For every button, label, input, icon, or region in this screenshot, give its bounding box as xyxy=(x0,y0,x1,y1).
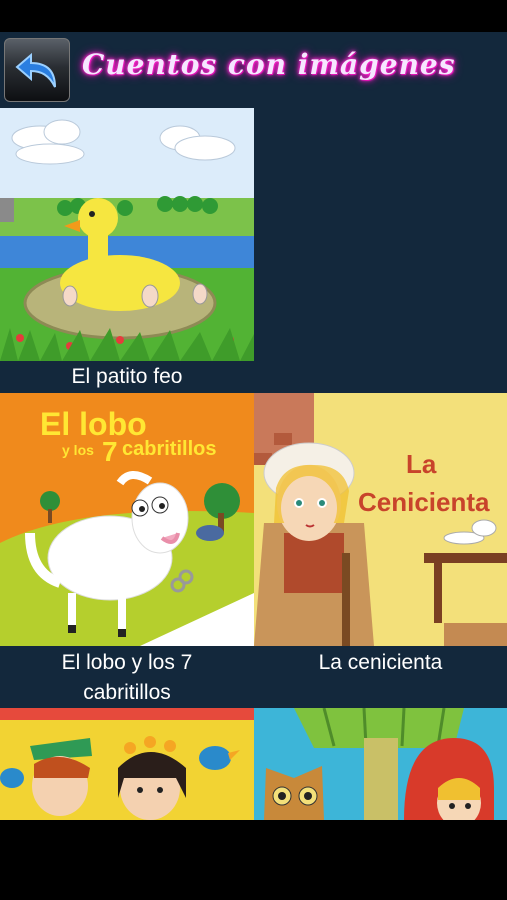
cover-title-line2c: cabritillos xyxy=(122,438,216,460)
story-4-cover xyxy=(0,708,254,820)
lobo-cover: El lobo y los 7 cabritillos xyxy=(0,393,254,646)
story-caption: La cenicienta xyxy=(318,651,443,674)
back-arrow-icon xyxy=(15,52,56,88)
story-tile-cenicienta[interactable]: La Cenicienta xyxy=(254,393,507,646)
header-bar: Cuentos con imágenes xyxy=(0,32,507,108)
app-screen: Cuentos con imágenes El patito feo El lo… xyxy=(0,32,507,820)
patito-feo-cover xyxy=(0,108,254,361)
story-caption: El patito feo xyxy=(71,365,183,388)
back-button[interactable] xyxy=(4,38,70,102)
story-caption: El lobo y los 7 cabritillos xyxy=(61,651,193,704)
cover-title-line1: La xyxy=(406,449,437,479)
story-tile-lobo[interactable]: El lobo y los 7 cabritillos xyxy=(0,393,254,646)
cenicienta-cover: La Cenicienta xyxy=(254,393,507,646)
story-tile-4[interactable] xyxy=(0,708,254,820)
story-tile-5[interactable] xyxy=(254,708,507,820)
cover-title-line1: El lobo xyxy=(40,406,147,442)
story-5-cover xyxy=(254,708,507,820)
cover-title-line2b: 7 xyxy=(102,436,118,467)
story-tile-patito-feo[interactable] xyxy=(0,108,254,361)
cover-title-line2: Cenicienta xyxy=(358,487,490,517)
cover-title-line2a: y los xyxy=(62,442,94,458)
page-title: Cuentos con imágenes xyxy=(82,48,456,81)
